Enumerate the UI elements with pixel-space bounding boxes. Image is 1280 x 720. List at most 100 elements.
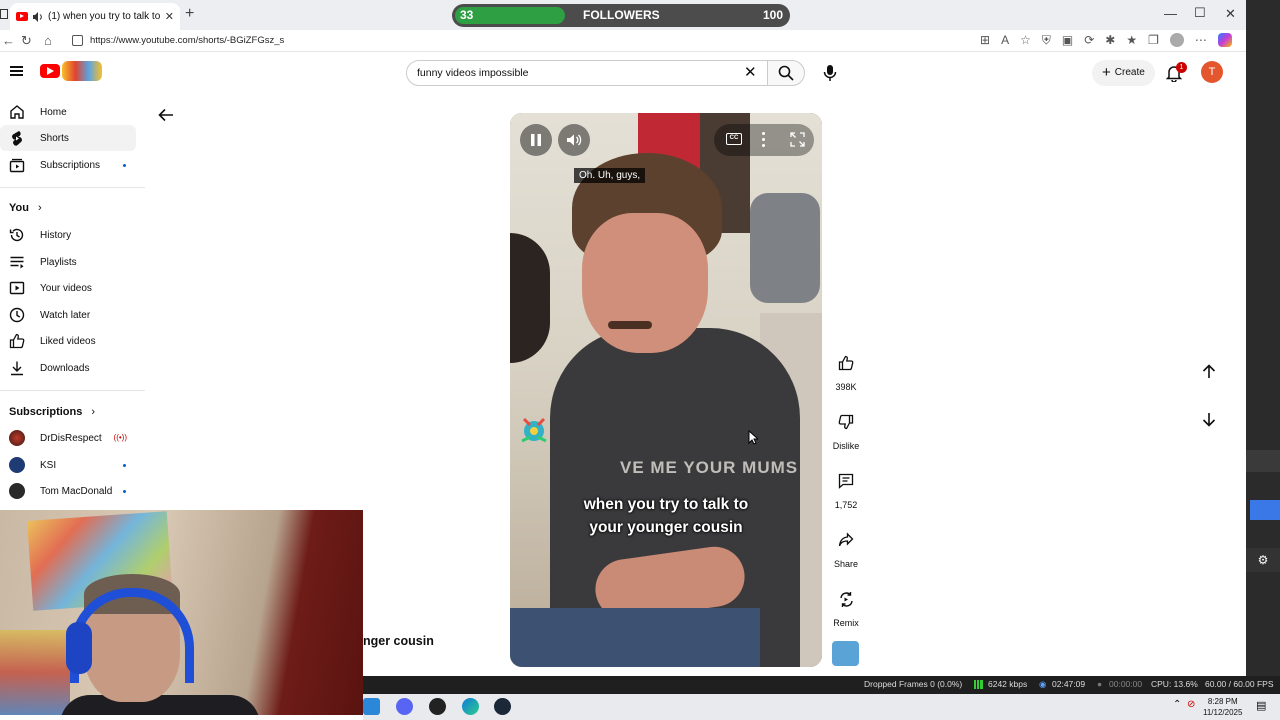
sidebar-item-subscriptions[interactable]: Subscriptions	[0, 152, 136, 178]
sidebar-item-playlists[interactable]: Playlists	[0, 249, 136, 275]
maximize-icon[interactable]: ☐	[1194, 5, 1206, 21]
sidebar-item-watch-later[interactable]: Watch later	[0, 302, 136, 328]
account-avatar[interactable]: T	[1201, 61, 1223, 83]
sidebar-item-home[interactable]: Home	[0, 99, 136, 125]
obs-icon[interactable]	[429, 698, 446, 715]
thumbs-up-icon	[838, 355, 854, 371]
youtube-logo-icon[interactable]	[40, 64, 60, 78]
profile-icon[interactable]	[1169, 33, 1184, 47]
share-button[interactable]	[831, 525, 861, 555]
extension-icon[interactable]: ▣	[1062, 33, 1073, 48]
pause-button[interactable]	[520, 124, 552, 156]
player-controls-left	[520, 124, 590, 156]
share-icon	[838, 532, 854, 547]
url-field[interactable]: https://www.youtube.com/shorts/-BGiZFGsz…	[90, 35, 284, 46]
shorts-video-player[interactable]: VE ME YOUR MUMS CC Oh. Uh, guys, when yo…	[510, 113, 822, 667]
sidebar-item-shorts[interactable]: Shorts	[0, 125, 136, 151]
taskbar-clock[interactable]: 8:28 PM 11/12/2025	[1203, 696, 1242, 718]
history-icon	[9, 228, 24, 242]
dislike-action: Dislike	[828, 407, 864, 451]
captions-icon[interactable]: CC	[726, 133, 742, 145]
tab-close-icon[interactable]: ✕	[165, 10, 174, 23]
next-short-button[interactable]	[1192, 402, 1226, 436]
bitrate: 6242 kbps	[988, 679, 1028, 689]
address-bar-row: ← ↻ ⌂ https://www.youtube.com/shorts/-BG…	[0, 30, 1246, 52]
browser-tab-youtube[interactable]: (1) when you try to talk to yo ✕	[10, 3, 180, 30]
show-hidden-icons[interactable]: ⌃	[1173, 699, 1181, 710]
dropped-frames: Dropped Frames 0 (0.0%)	[864, 679, 963, 689]
window-close-icon[interactable]: ✕	[1225, 6, 1236, 22]
remix-label: Remix	[833, 618, 859, 628]
network-icon[interactable]: ⊘	[1187, 699, 1195, 710]
create-button[interactable]: + Create	[1092, 60, 1155, 86]
sidebar-item-liked-videos[interactable]: Liked videos	[0, 328, 136, 354]
subscription-ksi[interactable]: KSI	[0, 452, 136, 478]
taskbar-app-icon[interactable]	[363, 698, 380, 715]
video-person-jeans	[510, 608, 760, 667]
search-button[interactable]	[767, 60, 805, 86]
sidebar-item-label: Shorts	[40, 132, 69, 144]
share-action: Share	[828, 525, 864, 569]
subscriptions-section-header[interactable]: Subscriptions ›	[9, 406, 95, 418]
video-person-mustache	[608, 321, 652, 329]
more-options-icon[interactable]	[762, 132, 765, 148]
sidebar-item-your-videos[interactable]: Your videos	[0, 275, 136, 301]
caption-line: your younger cousin	[589, 519, 743, 536]
edge-icon[interactable]	[462, 698, 479, 715]
divider	[0, 390, 145, 391]
read-aloud-icon[interactable]: A	[1001, 33, 1009, 48]
remix-button[interactable]	[831, 584, 861, 614]
minimize-icon[interactable]: —	[1164, 6, 1177, 21]
search-input[interactable]: funny videos impossible	[406, 60, 768, 86]
voice-search-button[interactable]	[816, 59, 844, 87]
new-tab-icon[interactable]: +	[185, 5, 194, 23]
discord-icon[interactable]	[396, 698, 413, 715]
site-info-icon[interactable]	[72, 35, 83, 46]
refresh-icon[interactable]: ↻	[21, 33, 32, 49]
sidebar-item-history[interactable]: History	[0, 222, 136, 248]
notification-badge: 1	[1176, 62, 1187, 73]
extension-shield-icon[interactable]: ⛨	[1042, 33, 1051, 48]
dislike-label: Dislike	[832, 441, 860, 451]
video-overlay-caption: when you try to talk to your younger cou…	[510, 493, 822, 539]
menu-icon[interactable]	[10, 66, 23, 76]
headset-earcup	[66, 622, 92, 674]
collections-icon[interactable]: ❐	[1148, 33, 1159, 48]
home-icon	[10, 105, 24, 119]
app-available-icon[interactable]: ⊞	[980, 33, 990, 48]
browser-menu-icon[interactable]: ⋯	[1195, 33, 1207, 48]
volume-button[interactable]	[558, 124, 590, 156]
subscription-tom-macdonald[interactable]: Tom MacDonald	[0, 478, 136, 504]
favorites-icon[interactable]: ★	[1126, 33, 1137, 48]
speaker-icon[interactable]	[32, 11, 44, 23]
obs-settings-icon[interactable]: ⚙	[1246, 548, 1280, 572]
clear-search-icon[interactable]: ✕	[744, 63, 757, 81]
dislike-button[interactable]	[831, 407, 861, 437]
back-icon[interactable]: ←	[2, 33, 15, 48]
you-section-header[interactable]: You ›	[9, 202, 42, 214]
favorite-icon[interactable]: ☆	[1020, 33, 1031, 48]
video-title[interactable]: nger cousin	[363, 634, 434, 648]
back-arrow-icon[interactable]	[158, 108, 174, 122]
webcam-shelf	[0, 630, 70, 715]
obs-panel-button[interactable]	[1250, 500, 1280, 520]
divider	[0, 187, 145, 188]
steam-icon[interactable]	[494, 698, 511, 715]
sidebar-item-downloads[interactable]: Downloads	[0, 355, 136, 381]
fullscreen-icon[interactable]	[790, 132, 805, 147]
notification-center-icon[interactable]: ▤	[1256, 699, 1266, 712]
comments-button[interactable]	[831, 466, 861, 496]
copilot-icon[interactable]	[1217, 33, 1232, 47]
sound-thumbnail[interactable]	[832, 641, 859, 666]
your-videos-icon	[9, 281, 25, 295]
chevron-right-icon: ›	[91, 406, 96, 418]
home-browser-icon[interactable]: ⌂	[44, 33, 52, 48]
tab-actions-icon[interactable]	[0, 9, 8, 19]
player-controls-right: CC	[714, 124, 814, 156]
previous-short-button[interactable]	[1192, 354, 1226, 388]
extensions-puzzle-icon[interactable]: ✱	[1105, 33, 1115, 48]
subscription-drdisrespect[interactable]: DrDisRespect ((•))	[0, 425, 136, 451]
like-button[interactable]	[831, 348, 861, 378]
youtube-doodle-icon[interactable]	[62, 61, 102, 81]
refresh-extension-icon[interactable]: ⟳	[1084, 33, 1094, 48]
